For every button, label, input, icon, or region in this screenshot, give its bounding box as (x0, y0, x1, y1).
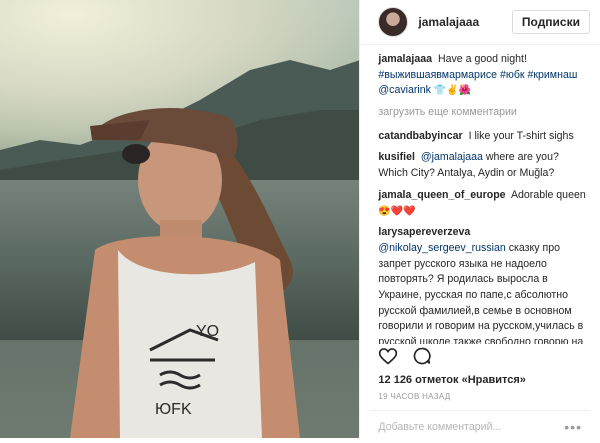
caption-text: Have a good night! (437, 53, 527, 65)
comment: kusifiel @jamalajaaa where are you? Whic… (378, 150, 590, 181)
post-photo[interactable]: YO ЮFK (0, 0, 360, 438)
comment-username[interactable]: catandbabyincar (378, 130, 462, 142)
comment-emoji: 😍❤️❤️ (378, 205, 416, 217)
load-more-comments[interactable]: загрузить еще комментарии (378, 105, 590, 121)
caption: jamalajaaa Have a good night! #выжившаяв… (378, 52, 590, 99)
likes-count[interactable]: 12 126 отметок «Нравится» (378, 374, 526, 386)
comment-text: Adorable queen (510, 188, 586, 201)
comment-icon[interactable] (412, 346, 432, 371)
instagram-post: YO ЮFK jamalajaaa Подписки jamalajaaa Ha… (0, 0, 600, 438)
comment-username[interactable]: jamala_queen_of_europe (378, 189, 505, 201)
add-comment-input[interactable]: Добавьте комментарий... (378, 421, 501, 433)
caption-username[interactable]: jamalajaaa (378, 53, 432, 65)
post-sidebar: jamalajaaa Подписки jamalajaaa Have a go… (359, 0, 600, 438)
caption-hashtags[interactable]: #выжившаявмармарисе #юбк #кримнаш (378, 69, 577, 81)
comment-username[interactable]: kusifiel (378, 151, 415, 163)
comment-text: I like your T-shirt sighs (468, 129, 574, 142)
comment-mention[interactable]: @nikolay_sergeev_russian (378, 242, 505, 254)
woman-figure: YO ЮFK (70, 107, 300, 438)
post-header: jamalajaaa Подписки (360, 0, 600, 45)
caption-mention[interactable]: @caviarink (378, 84, 431, 96)
comments-section: jamalajaaa Have a good night! #выжившаяв… (378, 52, 590, 344)
timestamp: 19 ЧАСОВ НАЗАД (378, 392, 451, 401)
comment: jamala_queen_of_europe Adorable queen 😍❤… (378, 188, 590, 219)
add-comment-bar: Добавьте комментарий... ••• (370, 410, 590, 443)
caption-emoji: 👕✌️🌺 (433, 85, 472, 97)
action-bar (378, 346, 432, 371)
post-username[interactable]: jamalajaaa (418, 15, 479, 29)
print-top: YO (196, 323, 219, 340)
comment-username[interactable]: larysapereverzeva (378, 226, 470, 238)
comment-mention[interactable]: @jamalajaaa (421, 151, 483, 163)
following-button[interactable]: Подписки (511, 10, 590, 34)
print-bottom: ЮFK (155, 401, 192, 418)
comment: larysapereverzeva @nikolay_sergeev_russi… (378, 225, 590, 344)
more-options-icon[interactable]: ••• (564, 419, 582, 435)
comment-text: сказку про запрет русского языка не надо… (378, 241, 584, 344)
comment: catandbabyincar I like your T-shirt sigh… (378, 129, 590, 145)
heart-icon[interactable] (378, 346, 398, 371)
avatar[interactable] (378, 7, 409, 37)
